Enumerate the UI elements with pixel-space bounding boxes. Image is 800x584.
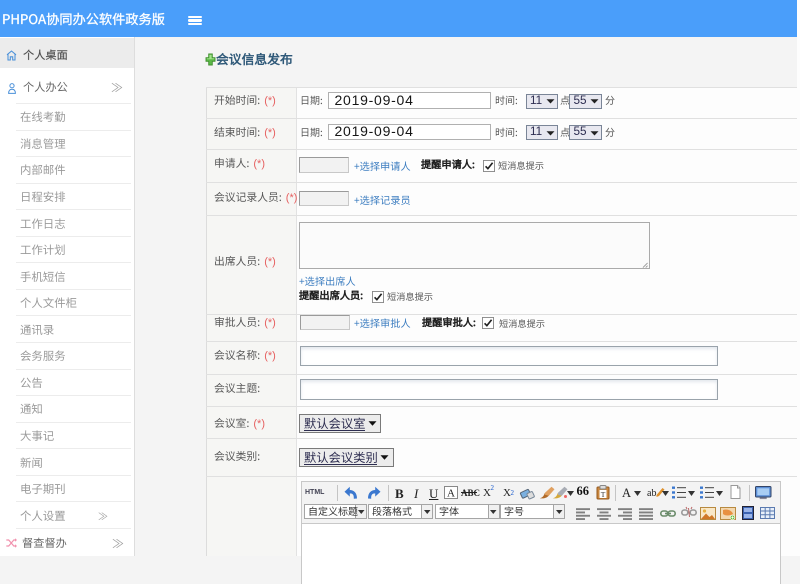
svg-text:A: A bbox=[447, 488, 455, 500]
svg-text:ab: ab bbox=[647, 488, 656, 499]
svg-text:T: T bbox=[601, 490, 606, 499]
